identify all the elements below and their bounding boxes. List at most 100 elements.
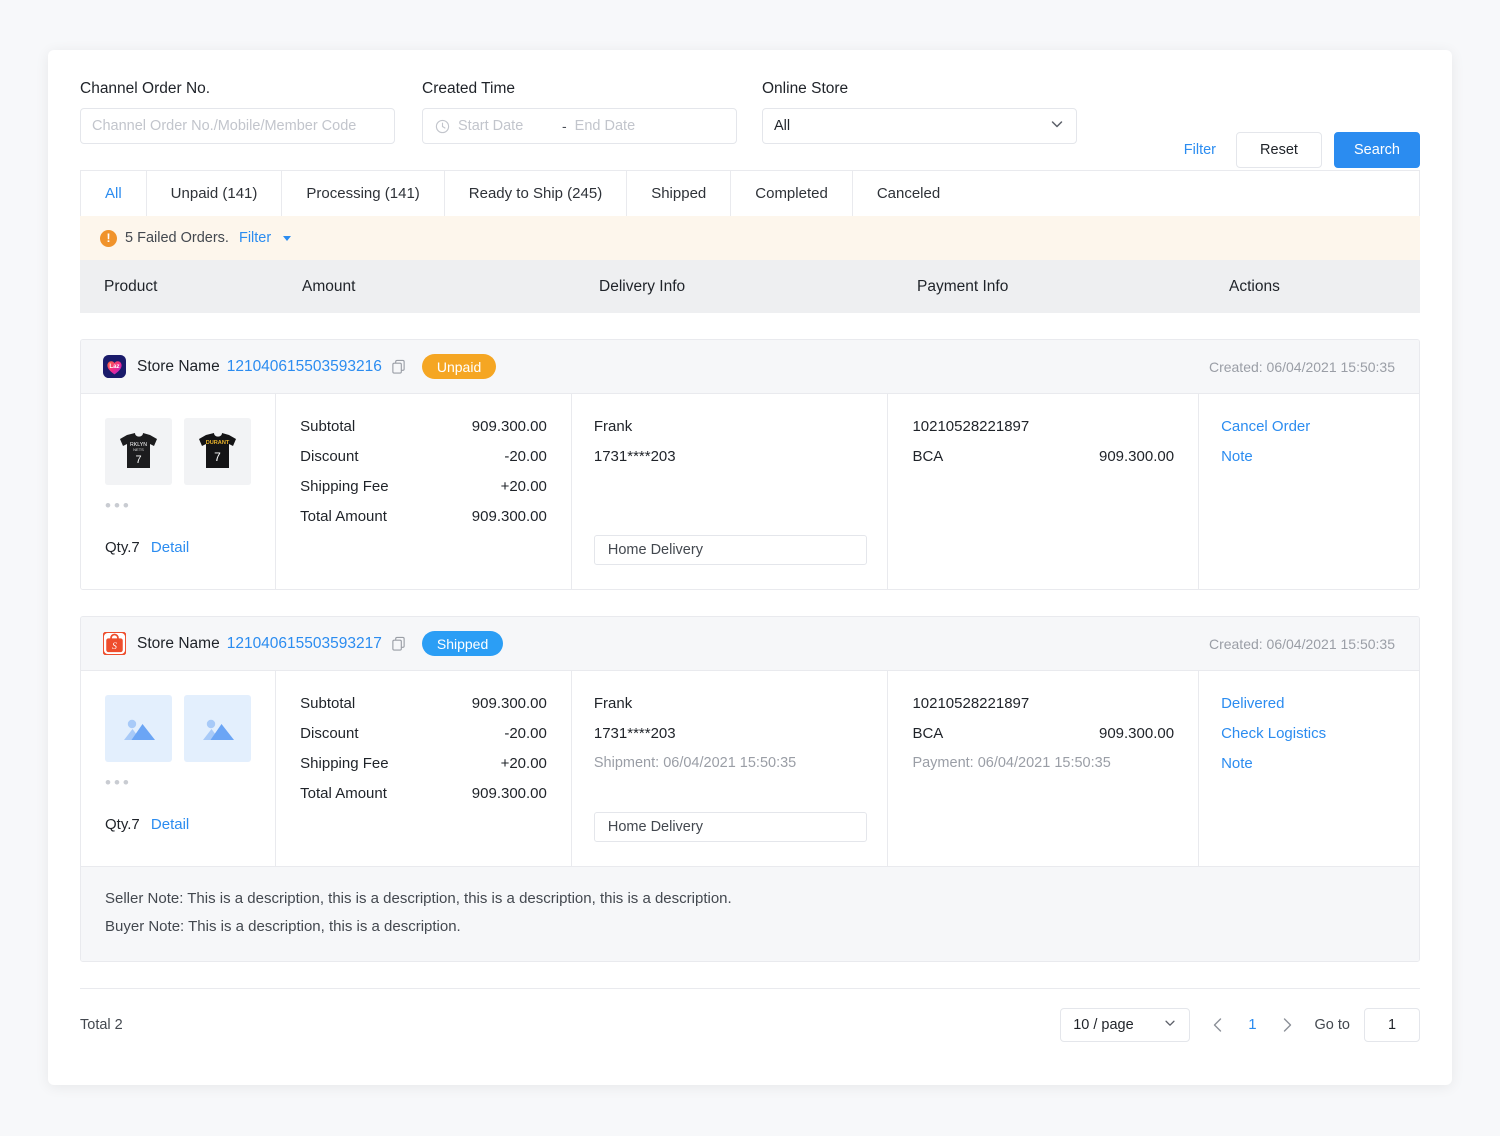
check-logistics-link[interactable]: Check Logistics [1221, 725, 1419, 742]
svg-text:7: 7 [135, 454, 141, 466]
order-number[interactable]: 121040615503593217 [227, 635, 382, 653]
product-thumbnail-placeholder[interactable] [105, 695, 172, 762]
recipient-phone: 1731****203 [593, 725, 676, 742]
product-thumbnails [105, 695, 263, 762]
online-store-select[interactable]: All [762, 108, 1077, 144]
order-number[interactable]: 121040615503593216 [227, 358, 382, 376]
recipient-name: Frank [593, 695, 633, 712]
order-card-body: ••• Qty.7 Detail Subtotal 909.300.00 Dis… [81, 671, 1419, 866]
total-amount-label: Total Amount [300, 508, 387, 525]
header-amount: Amount [302, 277, 356, 295]
clock-icon [435, 119, 450, 134]
payment-value: 909.300.00 [1098, 448, 1175, 465]
amount-discount-row: Discount -20.00 [300, 448, 547, 465]
filter-bar: Channel Order No. Channel Order No./Mobi… [48, 50, 1452, 170]
created-time-range[interactable]: Start Date - End Date [422, 108, 737, 144]
total-amount-label: Total Amount [300, 785, 387, 802]
failed-orders-text: 5 Failed Orders. [125, 230, 229, 246]
product-detail-link[interactable]: Detail [151, 816, 189, 833]
actions-cell: Delivered Check Logistics Note [1199, 671, 1419, 866]
note-link[interactable]: Note [1221, 448, 1419, 465]
order-card-header: Laz Store Name 121040615503593216 Unpaid… [81, 340, 1419, 394]
product-thumbnail[interactable]: RKLYN NETS 7 [105, 418, 172, 485]
tab-ready-to-ship[interactable]: Ready to Ship (245) [444, 171, 628, 216]
subtotal-value: 909.300.00 [471, 695, 547, 712]
tab-canceled[interactable]: Canceled [852, 171, 965, 216]
tab-shipped[interactable]: Shipped [627, 171, 732, 216]
search-button[interactable]: Search [1334, 132, 1420, 168]
svg-text:S: S [112, 641, 117, 652]
header-actions: Actions [1229, 277, 1280, 295]
caret-down-icon[interactable] [283, 235, 292, 241]
product-qty: Qty.7 [105, 816, 140, 833]
order-card-body: RKLYN NETS 7 DURANT 7 ••• Qty.7 Detail S… [81, 394, 1419, 589]
discount-value: -20.00 [504, 725, 547, 742]
payment-cell: 10210528221897 BCA 909.300.00 Payment: 0… [888, 671, 1200, 866]
next-page-button[interactable] [1275, 1010, 1301, 1040]
order-list: Laz Store Name 121040615503593216 Unpaid… [48, 339, 1452, 962]
status-tabs: All Unpaid (141) Processing (141) Ready … [80, 170, 1420, 216]
payment-cell: 10210528221897 BCA 909.300.00 [888, 394, 1200, 589]
amount-cell: Subtotal 909.300.00 Discount -20.00 Ship… [276, 671, 572, 866]
page-size-select[interactable]: 10 / page [1060, 1007, 1191, 1042]
discount-label: Discount [300, 725, 359, 742]
chevron-down-icon [1049, 116, 1065, 136]
product-qty-row: Qty.7 Detail [105, 539, 263, 556]
page-number-1[interactable]: 1 [1244, 1016, 1260, 1033]
filter-group-order-no: Channel Order No. Channel Order No./Mobi… [80, 80, 395, 144]
more-products-indicator[interactable]: ••• [105, 774, 263, 791]
amount-discount-row: Discount -20.00 [300, 725, 547, 742]
filter-group-created-time: Created Time Start Date - End Date [422, 80, 737, 144]
total-amount-value: 909.300.00 [471, 508, 547, 525]
date-range-separator: - [562, 118, 567, 134]
product-thumbnail[interactable]: DURANT 7 [184, 418, 251, 485]
more-products-indicator[interactable]: ••• [105, 497, 263, 514]
product-cell: RKLYN NETS 7 DURANT 7 ••• Qty.7 Detail [81, 394, 277, 589]
copy-icon[interactable] [391, 636, 406, 651]
pagination-footer: Total 2 10 / page 1 Go to 1 [80, 988, 1420, 1060]
goto-page-input[interactable]: 1 [1364, 1007, 1420, 1042]
previous-page-button[interactable] [1204, 1010, 1230, 1040]
table-header: Product Amount Delivery Info Payment Inf… [80, 260, 1420, 313]
reset-button[interactable]: Reset [1236, 132, 1322, 168]
channel-order-no-input[interactable]: Channel Order No./Mobile/Member Code [80, 108, 395, 144]
channel-order-no-placeholder: Channel Order No./Mobile/Member Code [92, 118, 357, 134]
note-link[interactable]: Note [1221, 755, 1419, 772]
end-date-input[interactable]: End Date [575, 118, 671, 134]
channel-order-no-label: Channel Order No. [80, 80, 211, 97]
tab-completed[interactable]: Completed [731, 171, 853, 216]
payment-timestamp: Payment: 06/04/2021 15:50:35 [912, 755, 1111, 771]
tab-all[interactable]: All [81, 171, 147, 216]
filter-actions: Filter Reset Search [1176, 132, 1420, 168]
delivery-method-tag: Home Delivery [593, 812, 868, 842]
header-delivery: Delivery Info [599, 277, 686, 295]
store-name: Store Name [137, 357, 220, 375]
created-timestamp: Created: 06/04/2021 15:50:35 [1208, 635, 1395, 652]
image-placeholder-icon [123, 719, 155, 740]
status-badge: Unpaid [421, 354, 497, 379]
transaction-number: 10210528221897 [912, 418, 1030, 435]
amount-total-row: Total Amount 909.300.00 [300, 785, 547, 802]
tab-unpaid[interactable]: Unpaid (141) [146, 171, 283, 216]
warning-icon: ! [100, 229, 117, 247]
product-detail-link[interactable]: Detail [151, 539, 189, 556]
payment-method: BCA [912, 448, 944, 465]
product-thumbnail-placeholder[interactable] [184, 695, 251, 762]
cancel-order-link[interactable]: Cancel Order [1221, 418, 1419, 435]
online-store-value: All [774, 118, 791, 134]
start-date-input[interactable]: Start Date [458, 118, 554, 134]
failed-orders-alert: ! 5 Failed Orders. Filter [80, 216, 1420, 260]
lazada-icon: Laz [103, 355, 126, 378]
order-card-header: S Store Name 121040615503593217 Shipped … [81, 617, 1419, 671]
filter-group-online-store: Online Store All [762, 80, 1077, 144]
delivered-link[interactable]: Delivered [1221, 695, 1419, 712]
filter-link[interactable]: Filter [1176, 142, 1224, 158]
total-amount-value: 909.300.00 [471, 785, 547, 802]
product-cell: ••• Qty.7 Detail [81, 671, 277, 866]
alert-filter-link[interactable]: Filter [239, 230, 271, 246]
tab-processing[interactable]: Processing (141) [282, 171, 445, 216]
transaction-number: 10210528221897 [912, 695, 1030, 712]
copy-icon[interactable] [391, 359, 406, 374]
payment-method-row: BCA 909.300.00 [912, 725, 1174, 742]
seller-note: Seller Note: This is a description, this… [105, 890, 732, 907]
